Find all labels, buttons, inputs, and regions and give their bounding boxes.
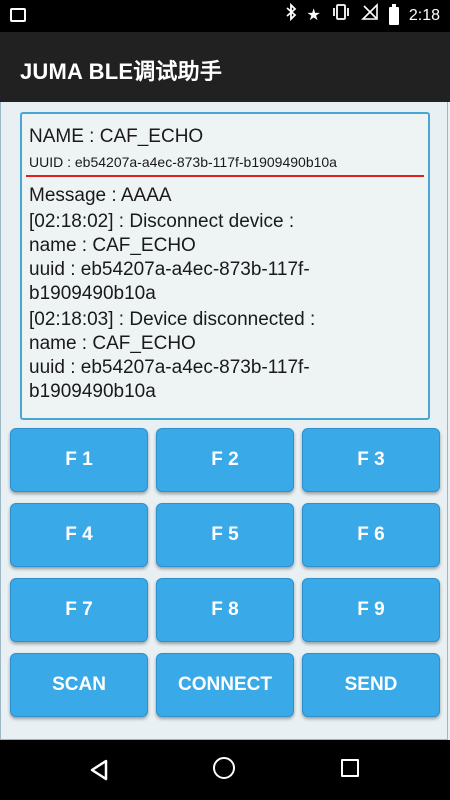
log-list: Message : AAAA [02:18:02] : Disconnect d…	[29, 184, 425, 406]
uuid-underline	[26, 175, 424, 177]
device-uuid: UUID : eb54207a-a4ec-873b-117f-b1909490b…	[29, 154, 337, 170]
f8-button[interactable]: F 8	[156, 578, 294, 642]
send-button[interactable]: SEND	[302, 653, 440, 717]
scan-button[interactable]: SCAN	[10, 653, 148, 717]
log-line: uuid : eb54207a-a4ec-873b-117f-	[29, 259, 310, 280]
log-line: b1909490b10a	[29, 381, 156, 402]
app-bar: JUMA BLE调试助手	[0, 32, 450, 102]
log-entry: [02:18:02] : Disconnect device : name : …	[29, 210, 425, 306]
status-time: 2:18	[408, 7, 440, 24]
app-title: JUMA BLE调试助手	[20, 59, 223, 84]
log-message: Message : AAAA	[29, 185, 172, 206]
status-icons: ★ 2:18	[285, 2, 440, 29]
f1-button[interactable]: F 1	[10, 428, 148, 492]
log-entry: [02:18:03] : Device disconnected : name …	[29, 308, 425, 404]
log-line: name : CAF_ECHO	[29, 333, 196, 354]
main-content: NAME : CAF_ECHO UUID : eb54207a-a4ec-873…	[0, 102, 450, 740]
home-icon[interactable]	[213, 757, 235, 779]
f5-button[interactable]: F 5	[156, 503, 294, 567]
bluetooth-icon	[285, 2, 297, 29]
log-line: [02:18:03] : Device disconnected :	[29, 309, 316, 330]
no-signal-icon	[360, 3, 379, 29]
device-name: NAME : CAF_ECHO	[29, 126, 204, 147]
log-line: uuid : eb54207a-a4ec-873b-117f-	[29, 357, 310, 378]
vibrate-icon	[331, 3, 351, 29]
f7-button[interactable]: F 7	[10, 578, 148, 642]
log-line: name : CAF_ECHO	[29, 235, 196, 256]
back-icon[interactable]	[88, 758, 110, 787]
navigation-bar	[0, 740, 450, 800]
connect-button[interactable]: CONNECT	[156, 653, 294, 717]
status-bar: ★ 2:18	[0, 0, 450, 32]
f2-button[interactable]: F 2	[156, 428, 294, 492]
battery-icon	[388, 4, 399, 25]
f9-button[interactable]: F 9	[302, 578, 440, 642]
f6-button[interactable]: F 6	[302, 503, 440, 567]
image-notification-icon	[10, 8, 26, 22]
log-panel[interactable]: NAME : CAF_ECHO UUID : eb54207a-a4ec-873…	[20, 112, 430, 420]
f4-button[interactable]: F 4	[10, 503, 148, 567]
star-icon: ★	[306, 7, 321, 24]
f3-button[interactable]: F 3	[302, 428, 440, 492]
recent-apps-icon[interactable]	[341, 759, 359, 777]
log-line: b1909490b10a	[29, 283, 156, 304]
log-line: [02:18:02] : Disconnect device :	[29, 211, 295, 232]
